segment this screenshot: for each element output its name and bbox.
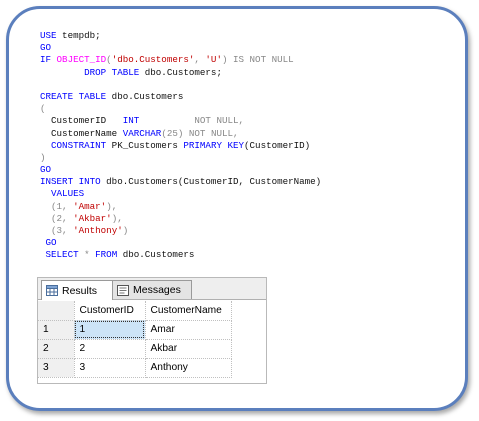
tab-results-label: Results <box>62 284 98 297</box>
code-token: * <box>78 249 96 261</box>
code-token: IF <box>40 54 52 66</box>
code-token: CustomerName <box>40 127 123 139</box>
tab-results[interactable]: Results <box>41 280 113 300</box>
code-line: GO <box>40 237 321 249</box>
code-token: CustomerID <box>40 115 123 127</box>
code-token: GO <box>40 42 52 54</box>
code-token: ) <box>221 54 233 66</box>
code-line: CONSTRAINT PK_Customers PRIMARY KEY(Cust… <box>40 140 321 152</box>
code-line: SELECT * FROM dbo.Customers <box>40 249 321 261</box>
code-line: CustomerName VARCHAR(25) NOT NULL, <box>40 128 321 140</box>
code-token: 'Anthony' <box>73 225 123 236</box>
code-token: dbo.Customers <box>106 90 184 102</box>
code-token: 'U' <box>205 54 222 66</box>
cell-customerid[interactable]: 3 <box>74 358 146 378</box>
row-number[interactable]: 1 <box>38 320 75 340</box>
column-header-customername[interactable]: CustomerName <box>145 301 232 321</box>
code-token: PK_Customers <box>106 139 184 151</box>
code-token: dbo.Customers <box>117 249 195 261</box>
code-line: USE tempdb; <box>40 30 321 42</box>
cell-customerid[interactable]: 2 <box>74 339 146 359</box>
cell-customername[interactable]: Anthony <box>145 358 232 378</box>
code-line: INSERT INTO dbo.Customers(CustomerID, Cu… <box>40 176 321 188</box>
code-token: , <box>194 54 206 66</box>
code-token: GO <box>40 237 57 249</box>
code-line: CustomerID INT NOT NULL, <box>40 115 321 127</box>
code-token: NOT NULL, <box>194 115 245 127</box>
code-token: GO <box>40 164 52 176</box>
cell-customerid[interactable]: 1 <box>74 320 146 340</box>
code-token: dbo.Customers; <box>139 66 222 78</box>
code-line: GO <box>40 42 321 54</box>
tab-messages-label: Messages <box>133 284 181 296</box>
grid-icon <box>46 285 58 296</box>
code-token: ) <box>40 151 46 163</box>
code-line: ) <box>40 152 321 164</box>
code-token: NOT NULL, <box>188 127 239 139</box>
code-token: DROP TABLE <box>40 66 140 78</box>
cell-customername[interactable]: Amar <box>145 320 232 340</box>
code-line: (1, 'Amar'), <box>40 201 321 213</box>
code-line: (3, 'Anthony') <box>40 225 321 237</box>
code-line: GO <box>40 164 321 176</box>
code-token: (25) <box>161 127 189 139</box>
row-number[interactable]: 3 <box>38 358 75 378</box>
table-row: 3 3 Anthony <box>38 358 232 378</box>
code-line: CREATE TABLE dbo.Customers <box>40 91 321 103</box>
messages-icon <box>117 284 129 296</box>
code-token: OBJECT_ID <box>56 54 107 66</box>
code-line: VALUES <box>40 188 321 200</box>
code-token: tempdb; <box>56 30 101 41</box>
code-token: USE <box>40 30 57 41</box>
code-token: 'dbo.Customers' <box>111 54 195 66</box>
sql-code-editor[interactable]: USE tempdb; GO IF OBJECT_ID('dbo.Customers… <box>40 30 321 262</box>
code-token: (2, <box>40 212 74 224</box>
code-token: CONSTRAINT <box>51 139 107 151</box>
code-token: ( <box>40 103 46 115</box>
code-token: (CustomerID) <box>244 139 311 151</box>
code-line: DROP TABLE dbo.Customers; <box>40 67 321 79</box>
code-token: 'Akbar' <box>73 212 112 224</box>
code-token: SELECT <box>40 249 79 261</box>
code-token: INT <box>122 115 140 127</box>
table-row: 1 1 Amar <box>38 320 232 340</box>
row-number[interactable]: 2 <box>38 339 75 359</box>
code-token: VALUES <box>40 188 85 200</box>
code-line: IF OBJECT_ID('dbo.Customers', 'U') IS NO… <box>40 54 321 66</box>
code-token: CREATE TABLE <box>40 90 107 102</box>
code-token: 'Amar' <box>73 200 107 212</box>
code-token: ), <box>106 200 118 212</box>
grid-corner[interactable] <box>38 301 75 321</box>
column-header-customerid[interactable]: CustomerID <box>74 301 146 321</box>
code-line: ( <box>40 103 321 115</box>
code-line: (2, 'Akbar'), <box>40 213 321 225</box>
results-tab-bar: Results Messages <box>38 278 266 300</box>
code-token: VARCHAR <box>122 127 162 139</box>
table-row: 2 2 Akbar <box>38 339 232 359</box>
code-token: INSERT INTO <box>40 176 101 188</box>
code-token: ), <box>111 212 123 224</box>
code-token: FROM <box>95 249 118 261</box>
code-token: PRIMARY KEY <box>183 139 245 151</box>
code-token: IS NOT NULL <box>233 54 294 66</box>
code-token: (1, <box>40 200 74 212</box>
code-token: ) <box>122 225 129 236</box>
results-grid[interactable]: CustomerID CustomerName 1 1 Amar 2 2 Akb… <box>38 301 232 378</box>
grid-header-row: CustomerID CustomerName <box>38 301 232 321</box>
cell-customername[interactable]: Akbar <box>145 339 232 359</box>
code-token: dbo.Customers(CustomerID, CustomerName) <box>100 176 322 188</box>
tab-messages[interactable]: Messages <box>112 280 192 299</box>
code-token: (3, <box>40 225 74 236</box>
results-pane: Results Messages CustomerID CustomerName <box>37 277 267 384</box>
